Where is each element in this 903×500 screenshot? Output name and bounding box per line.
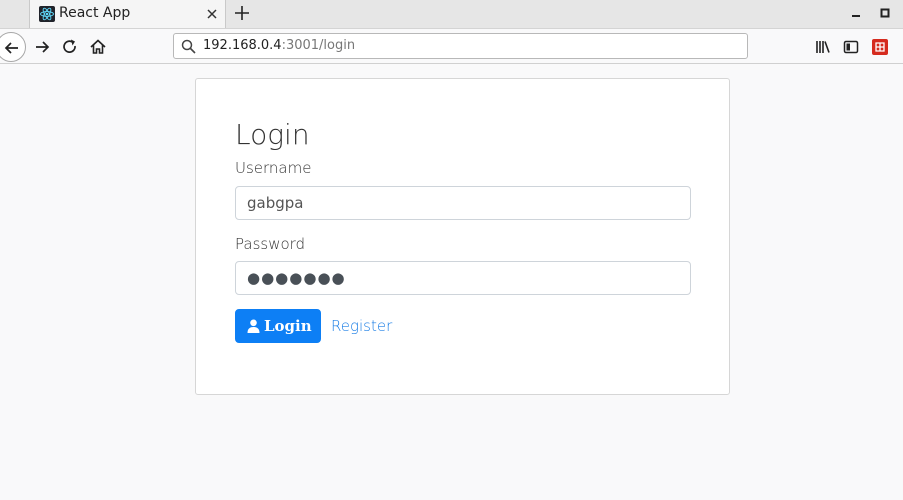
forward-arrow-icon[interactable]	[33, 38, 51, 56]
address-bar[interactable]: 192.168.0.4:3001/login	[173, 33, 748, 59]
maximize-window-icon[interactable]	[878, 6, 892, 20]
page-title: Login	[235, 118, 310, 151]
login-card: Login Username Password ●●●●●●● Login Re…	[195, 78, 730, 395]
username-input[interactable]	[235, 186, 691, 220]
search-icon	[181, 39, 196, 54]
tab-react-app[interactable]: React App	[29, 0, 226, 28]
back-arrow-icon	[4, 42, 18, 54]
library-icon[interactable]	[814, 38, 832, 56]
user-icon	[247, 319, 260, 333]
url-path: :3001/login	[281, 38, 356, 53]
sidebar-icon[interactable]	[842, 38, 860, 56]
home-icon[interactable]	[89, 38, 107, 56]
tab-title: React App	[59, 5, 131, 21]
password-input[interactable]: ●●●●●●●	[235, 261, 691, 295]
login-button-label: Login	[264, 317, 312, 335]
url-text: 192.168.0.4:3001/login	[203, 38, 355, 53]
new-tab-icon[interactable]	[233, 4, 251, 22]
url-host: 192.168.0.4	[203, 38, 282, 53]
close-tab-icon[interactable]	[204, 6, 220, 22]
minimize-window-icon[interactable]	[849, 6, 863, 20]
react-logo-icon	[39, 6, 55, 22]
navigation-toolbar: 192.168.0.4:3001/login	[0, 28, 903, 64]
login-button[interactable]: Login	[235, 309, 321, 343]
back-button[interactable]	[0, 32, 26, 62]
tab-strip: React App	[0, 0, 903, 28]
extension-icon[interactable]	[871, 38, 889, 56]
reload-icon[interactable]	[61, 38, 79, 56]
register-link[interactable]: Register	[331, 317, 392, 335]
password-label: Password	[235, 235, 306, 253]
username-label: Username	[235, 159, 312, 177]
